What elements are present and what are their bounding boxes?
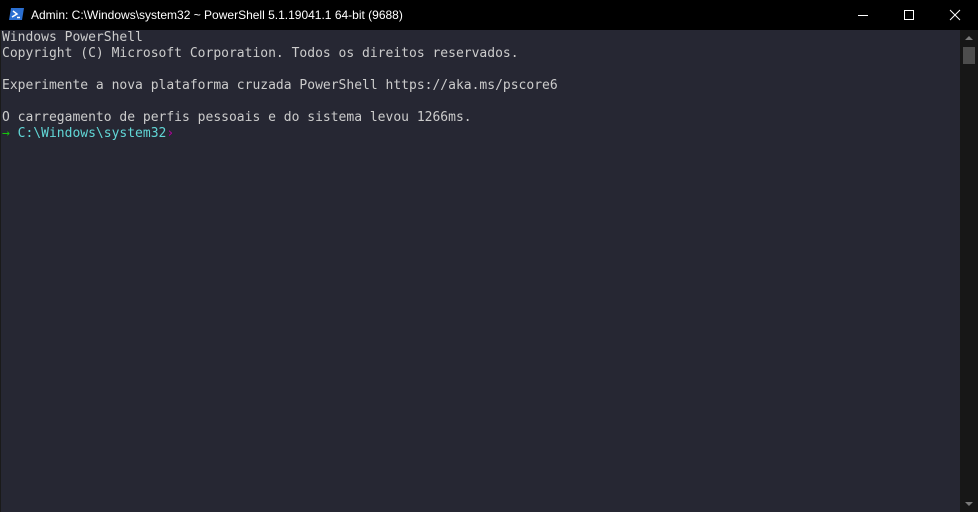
scroll-thumb[interactable] [963, 47, 975, 64]
prompt-caret-icon: › [166, 126, 175, 141]
close-icon [949, 9, 961, 21]
console-line: Experimente a nova plataforma cruzada Po… [2, 78, 558, 93]
scroll-up-arrow-icon [965, 36, 973, 40]
prompt-arrow-icon: → [2, 126, 10, 141]
minimize-icon [858, 15, 868, 16]
powershell-window: Admin: C:\Windows\system32 ~ PowerShell … [0, 0, 978, 512]
scroll-down-button[interactable] [960, 496, 978, 512]
scroll-up-button[interactable] [960, 30, 978, 46]
prompt-path: C:\Windows\system32 [17, 126, 167, 141]
minimize-button[interactable] [840, 0, 886, 30]
console-line: O carregamento de perfis pessoais e do s… [2, 110, 472, 125]
console-line: Copyright (C) Microsoft Corporation. Tod… [2, 46, 519, 61]
console-output[interactable]: Windows PowerShell Copyright (C) Microso… [0, 30, 960, 512]
prompt-line[interactable]: → C:\Windows\system32› [2, 126, 174, 142]
title-bar[interactable]: Admin: C:\Windows\system32 ~ PowerShell … [0, 0, 978, 30]
window-title: Admin: C:\Windows\system32 ~ PowerShell … [31, 8, 403, 22]
maximize-icon [904, 10, 914, 20]
vertical-scrollbar[interactable] [960, 30, 978, 512]
console-line: Windows PowerShell [2, 30, 143, 45]
close-button[interactable] [932, 0, 978, 30]
powershell-icon[interactable] [9, 7, 24, 21]
maximize-button[interactable] [886, 0, 932, 30]
scroll-down-arrow-icon [965, 502, 973, 506]
